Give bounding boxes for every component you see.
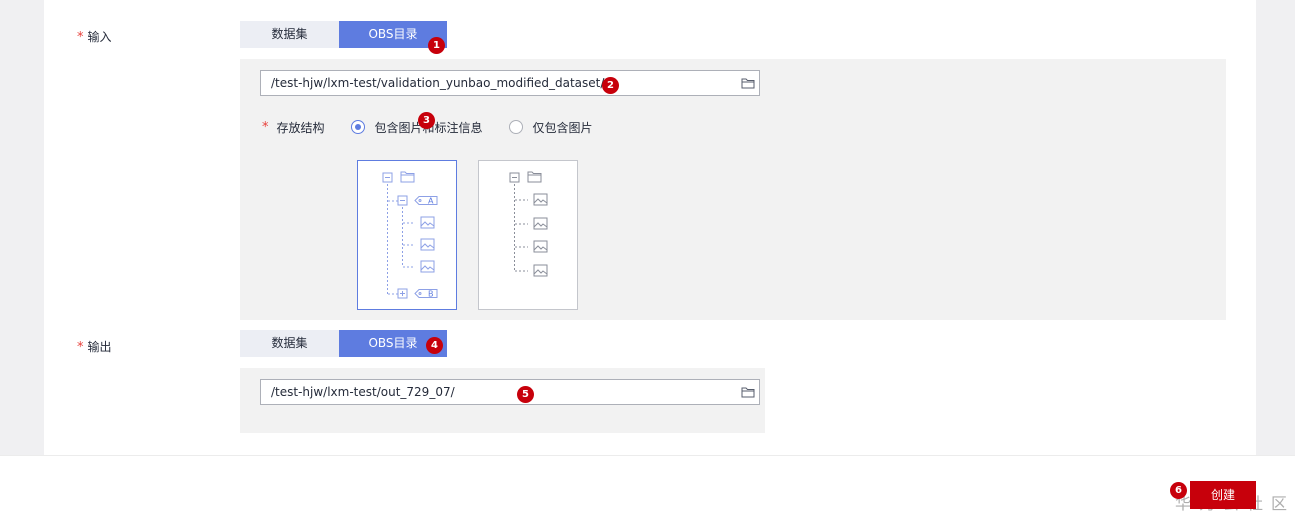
structure-preview-labeled[interactable]: A B — [357, 160, 457, 310]
structure-tree-diagram — [509, 171, 548, 277]
input-source-tabs: 数据集 OBS目录 — [240, 21, 447, 48]
image-icon — [533, 193, 548, 206]
marker-3: 3 — [418, 112, 435, 129]
tab-dataset[interactable]: 数据集 — [240, 21, 339, 48]
footer-divider — [0, 455, 1295, 456]
output-path-value: /test-hjw/lxm-test/out_729_07/ — [271, 385, 455, 399]
radio-images-only[interactable]: 仅包含图片 — [508, 119, 593, 136]
folder-icon[interactable] — [741, 385, 755, 399]
image-icon — [420, 238, 435, 251]
marker-6: 6 — [1170, 482, 1187, 499]
marker-2: 2 — [602, 77, 619, 94]
structure-preview-images-only[interactable] — [478, 160, 578, 310]
image-icon — [533, 217, 548, 230]
input-path-value: /test-hjw/lxm-test/validation_yunbao_mod… — [271, 76, 605, 90]
radio-label: 仅包含图片 — [532, 120, 593, 135]
left-gutter — [0, 0, 44, 455]
required-asterisk: * — [77, 340, 84, 355]
tag-icon — [414, 289, 438, 298]
input-field-label: * 输入 — [77, 28, 112, 45]
folder-icon — [400, 171, 415, 183]
folder-icon — [527, 171, 542, 183]
radio-images-with-labels[interactable]: 包含图片和标注信息 — [350, 119, 483, 136]
tag-label-b: B — [428, 290, 434, 299]
image-icon — [420, 260, 435, 273]
storage-structure-label: 存放结构 — [276, 120, 325, 135]
tag-label-a: A — [428, 197, 434, 206]
create-button[interactable]: 创建 — [1190, 481, 1256, 509]
structure-tree-diagram: A B — [382, 171, 438, 299]
tab-dataset[interactable]: 数据集 — [240, 330, 339, 357]
input-obs-path-field[interactable]: /test-hjw/lxm-test/validation_yunbao_mod… — [260, 70, 760, 96]
right-gutter — [1256, 0, 1295, 455]
output-field-label: * 输出 — [77, 338, 112, 355]
folder-icon[interactable] — [741, 76, 755, 90]
required-asterisk: * — [77, 30, 84, 45]
tag-icon — [414, 196, 438, 205]
image-icon — [533, 264, 548, 277]
output-target-tabs: 数据集 OBS目录 — [240, 330, 447, 357]
required-asterisk: * — [262, 119, 269, 135]
marker-4: 4 — [426, 337, 443, 354]
input-label-text: 输入 — [87, 30, 112, 44]
image-icon — [533, 240, 548, 253]
output-obs-path-field[interactable]: /test-hjw/lxm-test/out_729_07/ — [260, 379, 760, 405]
image-icon — [420, 216, 435, 229]
output-label-text: 输出 — [87, 340, 112, 354]
marker-5: 5 — [517, 386, 534, 403]
marker-1: 1 — [428, 37, 445, 54]
radio-circle[interactable] — [350, 120, 365, 134]
radio-circle[interactable] — [508, 120, 523, 134]
